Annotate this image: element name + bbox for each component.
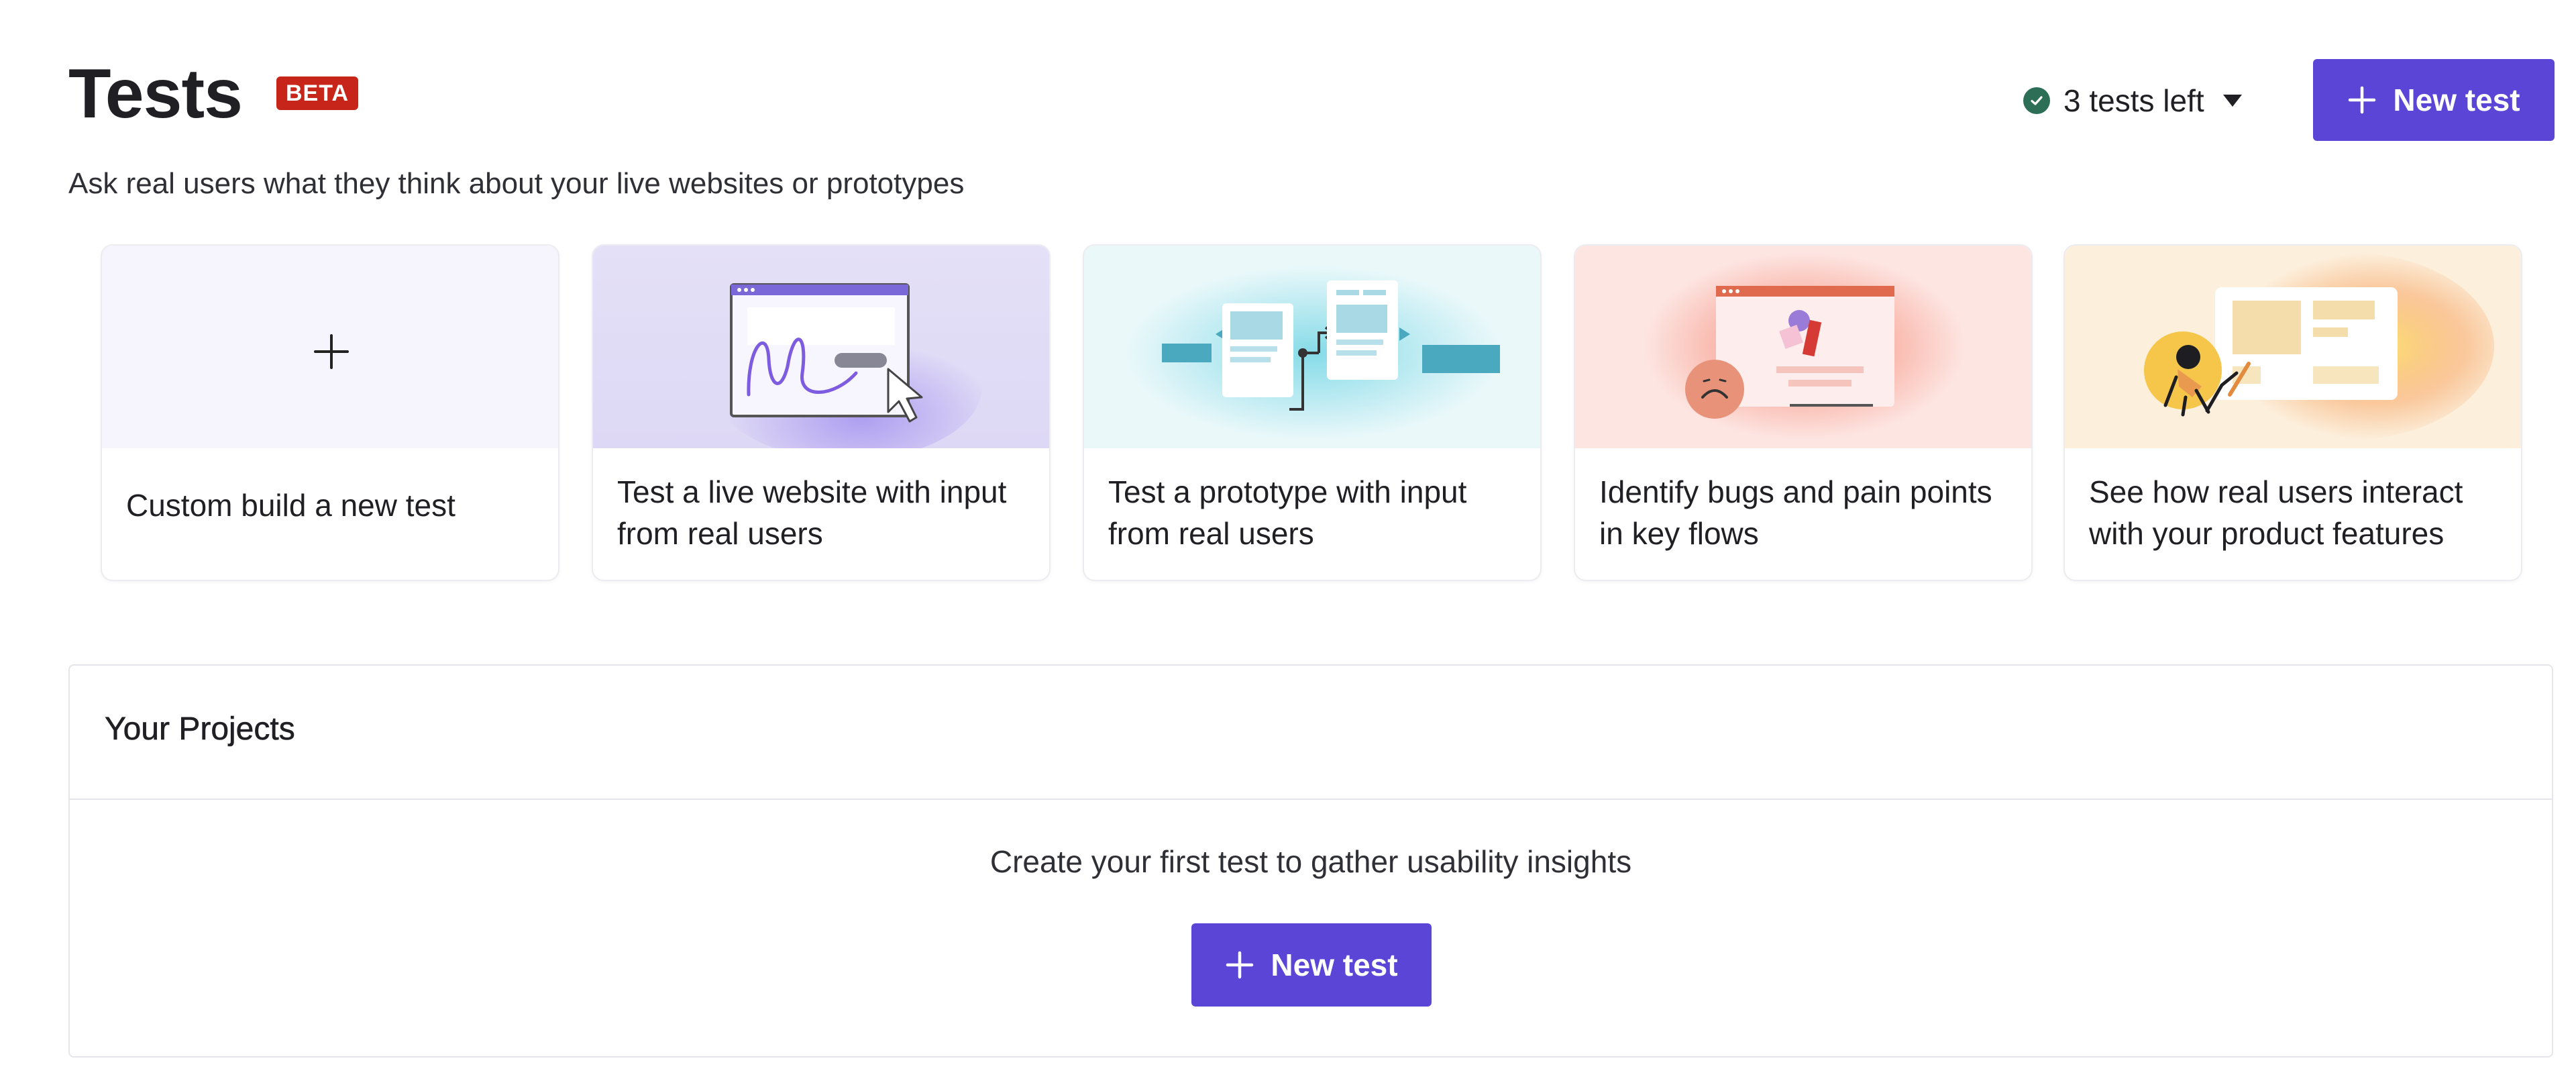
card-caption: See how real users interact with your pr… <box>2089 474 2463 551</box>
card-caption: Test a prototype with input from real us… <box>1108 474 1467 551</box>
features-illustration <box>2144 252 2494 440</box>
projects-empty-text: Create your first test to gather usabili… <box>989 844 1632 879</box>
card-features[interactable]: See how real users interact with your pr… <box>2063 244 2522 581</box>
plus-icon <box>1225 950 1254 980</box>
card-thumbnail <box>2065 246 2521 448</box>
plus-icon <box>314 334 349 369</box>
check-circle-icon <box>2023 87 2050 114</box>
prototype-illustration <box>1126 266 1501 440</box>
beta-badge: BETA <box>276 76 359 110</box>
projects-title: Your Projects <box>105 711 295 748</box>
page-subtitle: Ask real users what they think about you… <box>68 167 965 200</box>
card-live-website[interactable]: Test a live website with input from real… <box>592 244 1051 581</box>
plus-icon <box>2347 85 2377 115</box>
website-illustration <box>714 283 982 448</box>
page-title: Tests <box>68 55 243 133</box>
card-caption: Identify bugs and pain points in key flo… <box>1599 474 1992 551</box>
card-thumbnail <box>593 246 1049 448</box>
new-test-button-center[interactable]: New test <box>1191 923 1432 1007</box>
card-caption: Test a live website with input from real… <box>617 474 1007 551</box>
card-custom-test[interactable]: Custom build a new test <box>101 244 559 581</box>
card-thumbnail <box>1575 246 2031 448</box>
card-thumbnail <box>1084 246 1540 448</box>
card-thumbnail <box>102 246 558 448</box>
new-test-button[interactable]: New test <box>2313 59 2555 141</box>
projects-header: Your Projects <box>70 666 2552 800</box>
card-prototype[interactable]: Test a prototype with input from real us… <box>1083 244 1542 581</box>
caret-down-icon <box>2222 95 2242 107</box>
new-test-label: New test <box>2393 83 2520 117</box>
tests-left-dropdown[interactable]: 3 tests left <box>2023 79 2242 122</box>
new-test-label: New test <box>1271 947 1398 982</box>
tests-left-label: 3 tests left <box>2063 83 2204 118</box>
card-bugs[interactable]: Identify bugs and pain points in key flo… <box>1574 244 2033 581</box>
card-caption: Custom build a new test <box>126 488 455 523</box>
bugs-illustration <box>1644 252 1966 440</box>
projects-panel: Your Projects Create your first test to … <box>68 664 2553 1058</box>
